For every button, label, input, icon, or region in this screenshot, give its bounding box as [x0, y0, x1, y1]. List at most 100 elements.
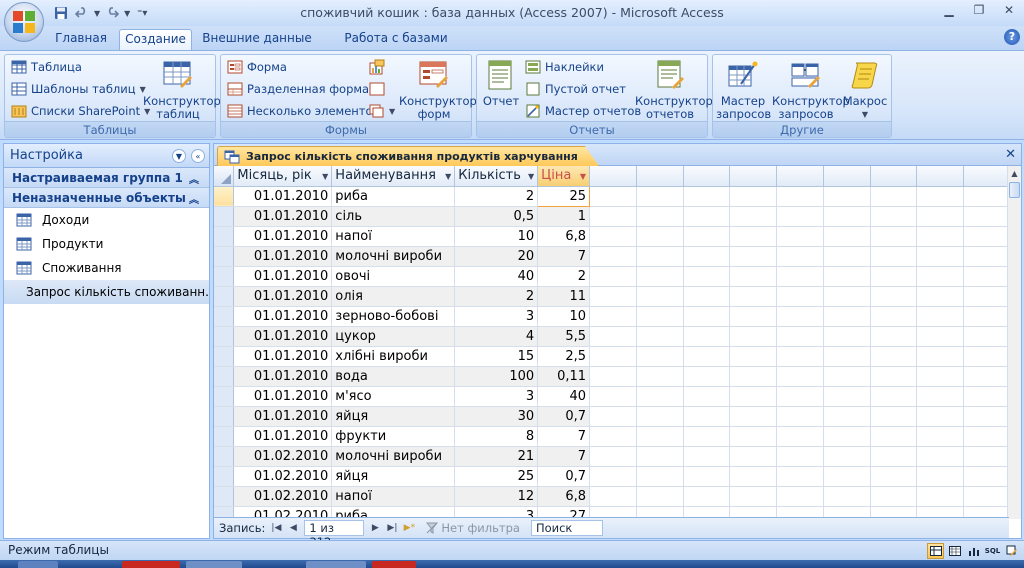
table-row[interactable]: 01.01.2010 олія 2 11	[214, 286, 1009, 307]
table-cell[interactable]: напої	[331, 486, 456, 507]
report-designer-button[interactable]: Конструктор отчетов	[633, 57, 713, 121]
table-cell[interactable]: вода	[331, 366, 456, 387]
pivot-table-view-icon[interactable]	[946, 543, 963, 559]
table-cell[interactable]: сіль	[331, 206, 456, 227]
labels-button[interactable]: Наклейки	[525, 57, 604, 77]
table-templates-button[interactable]: Шаблоны таблиц ▼	[11, 79, 146, 99]
split-form-button[interactable]: Разделенная форма	[227, 79, 369, 99]
close-document-icon[interactable]: ✕	[1005, 147, 1016, 162]
table-cell[interactable]: 01.02.2010	[233, 446, 333, 467]
table-row[interactable]: 01.01.2010 фрукти 8 7	[214, 426, 1009, 447]
chevron-down-icon[interactable]: ▼	[445, 172, 451, 181]
record-selector[interactable]	[214, 446, 235, 467]
table-row[interactable]: 01.01.2010 вода 100 0,11	[214, 366, 1009, 387]
table-row[interactable]: 01.01.2010 овочі 40 2	[214, 266, 1009, 287]
nav-item-query[interactable]: Запрос кількість споживанн...	[4, 280, 209, 304]
table-cell[interactable]: 01.02.2010	[233, 486, 333, 507]
table-button[interactable]: Таблица	[11, 57, 82, 77]
previous-record-icon[interactable]: ◀	[287, 523, 299, 533]
nav-group-custom[interactable]: Настраиваемая группа 1 ︽	[4, 168, 209, 188]
sql-view-icon[interactable]: SQL	[984, 543, 1001, 559]
table-cell[interactable]: олія	[331, 286, 456, 307]
table-row[interactable]: 01.01.2010 яйця 30 0,7	[214, 406, 1009, 427]
record-selector[interactable]	[214, 246, 235, 267]
restore-button[interactable]: ❐	[964, 0, 994, 20]
table-cell[interactable]: 2,5	[537, 346, 591, 367]
table-cell[interactable]: 7	[537, 246, 591, 267]
record-selector[interactable]	[214, 406, 235, 427]
minimize-button[interactable]: ▁	[934, 0, 964, 20]
table-row[interactable]: 01.01.2010 молочні вироби 20 7	[214, 246, 1009, 267]
scrollbar-thumb[interactable]	[1009, 182, 1020, 198]
column-header[interactable]: Кількість ▼	[454, 166, 539, 187]
table-cell[interactable]: 7	[537, 426, 591, 447]
filter-indicator[interactable]: Нет фильтра	[426, 521, 520, 535]
table-cell[interactable]: 01.01.2010	[233, 186, 333, 207]
table-cell[interactable]: фрукти	[331, 426, 456, 447]
form-button[interactable]: Форма	[227, 57, 287, 77]
multiple-items-button[interactable]: Несколько элементов	[227, 101, 379, 121]
table-cell[interactable]: овочі	[331, 266, 456, 287]
taskbar-item[interactable]	[186, 561, 242, 568]
macro-button[interactable]: Макрос ▼	[841, 57, 889, 121]
table-cell[interactable]: 2	[537, 266, 591, 287]
report-button[interactable]: Отчет	[481, 57, 521, 108]
table-cell[interactable]: 0,5	[454, 206, 539, 227]
pivot-chart-view-icon[interactable]	[965, 543, 982, 559]
record-selector[interactable]	[214, 466, 235, 487]
table-cell[interactable]: 6,8	[537, 486, 591, 507]
table-row[interactable]: 01.02.2010 молочні вироби 21 7	[214, 446, 1009, 467]
record-selector[interactable]	[214, 326, 235, 347]
table-cell[interactable]: 01.01.2010	[233, 266, 333, 287]
table-cell[interactable]: м'ясо	[331, 386, 456, 407]
pivot-chart-button[interactable]	[369, 57, 385, 77]
table-row[interactable]: 01.01.2010 напої 10 6,8	[214, 226, 1009, 247]
record-position-field[interactable]: 1 из 312	[304, 520, 365, 549]
table-cell[interactable]: 3	[454, 306, 539, 327]
help-icon[interactable]: ?	[1004, 29, 1020, 45]
table-cell[interactable]: 01.01.2010	[233, 286, 333, 307]
table-cell[interactable]: 01.01.2010	[233, 246, 333, 267]
taskbar-item[interactable]	[18, 561, 58, 568]
table-row[interactable]: 01.02.2010 яйця 25 0,7	[214, 466, 1009, 487]
table-cell[interactable]: 3	[454, 386, 539, 407]
taskbar-item[interactable]	[306, 561, 366, 568]
table-cell[interactable]: 1	[537, 206, 591, 227]
next-record-icon[interactable]: ▶	[369, 523, 381, 533]
table-cell[interactable]: 4	[454, 326, 539, 347]
record-selector[interactable]	[214, 306, 235, 327]
more-forms-button[interactable]: ▼	[369, 101, 395, 121]
nav-item-dokhody[interactable]: Доходи	[4, 208, 209, 232]
table-row[interactable]: 01.01.2010 хлібні вироби 15 2,5	[214, 346, 1009, 367]
table-cell[interactable]: 01.01.2010	[233, 366, 333, 387]
nav-pane-header[interactable]: Настройка ▼ «	[4, 144, 209, 168]
record-selector[interactable]	[214, 426, 235, 447]
table-cell[interactable]: 21	[454, 446, 539, 467]
table-row[interactable]: 01.01.2010 сіль 0,5 1	[214, 206, 1009, 227]
office-button[interactable]	[4, 2, 44, 42]
table-row[interactable]: 01.01.2010 м'ясо 3 40	[214, 386, 1009, 407]
table-cell[interactable]: 01.01.2010	[233, 206, 333, 227]
tab-create[interactable]: Создание	[119, 29, 192, 50]
table-cell[interactable]: 6,8	[537, 226, 591, 247]
record-selector[interactable]	[214, 386, 235, 407]
taskbar-item[interactable]	[372, 561, 416, 568]
chevron-down-icon[interactable]: ▼	[580, 172, 586, 181]
record-selector[interactable]	[214, 186, 235, 207]
last-record-icon[interactable]: ▶|	[386, 523, 398, 533]
document-tab[interactable]: Запрос кількість споживання продуктів ха…	[217, 146, 599, 166]
table-cell[interactable]: молочні вироби	[331, 246, 456, 267]
search-input[interactable]: Поиск	[530, 520, 603, 536]
tab-home[interactable]: Главная	[48, 29, 114, 50]
query-wizard-button[interactable]: Мастер запросов	[715, 57, 771, 121]
record-selector[interactable]	[214, 286, 235, 307]
tab-database-tools[interactable]: Работа с базами данных	[322, 29, 470, 64]
table-cell[interactable]: 0,11	[537, 366, 591, 387]
datasheet-view-icon[interactable]	[927, 543, 944, 559]
table-cell[interactable]: 01.02.2010	[233, 466, 333, 487]
new-record-icon[interactable]: ▶*	[403, 523, 415, 533]
record-selector[interactable]	[214, 366, 235, 387]
report-wizard-button[interactable]: Мастер отчетов	[525, 101, 641, 121]
table-cell[interactable]: риба	[331, 186, 456, 207]
table-cell[interactable]: 30	[454, 406, 539, 427]
